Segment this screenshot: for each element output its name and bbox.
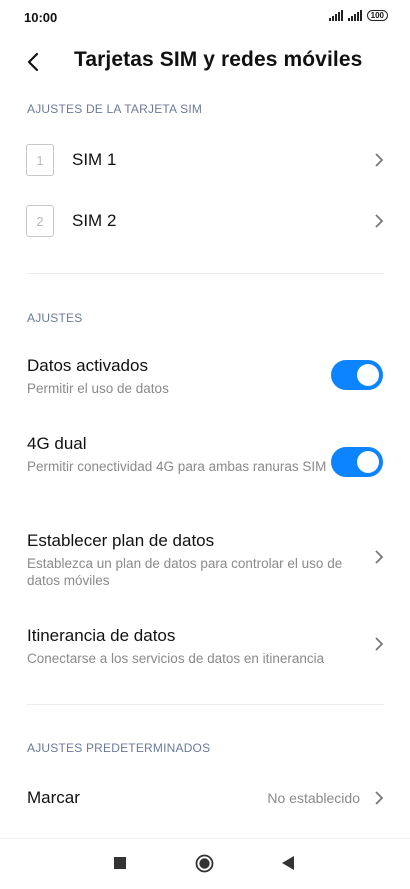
circle-icon[interactable] xyxy=(195,854,214,873)
section-label-defaults: AJUSTES PREDETERMINADOS xyxy=(27,741,211,755)
dial-title: Marcar xyxy=(27,788,80,807)
divider xyxy=(27,704,384,705)
section-label-settings: AJUSTES xyxy=(27,311,83,325)
data-plan-row[interactable]: Establecer plan de datos Establezca un p… xyxy=(0,527,410,589)
dual-4g-title: 4G dual xyxy=(27,434,87,453)
mobile-data-toggle[interactable] xyxy=(331,360,383,390)
data-roaming-subtitle: Conectarse a los servicios de datos en i… xyxy=(27,651,325,666)
chevron-right-icon xyxy=(375,637,384,651)
back-arrow-icon[interactable] xyxy=(22,50,46,74)
signal-icon-2 xyxy=(347,10,362,21)
dial-row[interactable]: Marcar No establecido xyxy=(0,780,410,816)
mobile-data-subtitle: Permitir el uso de datos xyxy=(27,381,169,396)
triangle-icon[interactable] xyxy=(282,856,294,870)
chevron-right-icon xyxy=(375,214,384,228)
dual-4g-row[interactable]: 4G dual Permitir conectividad 4G para am… xyxy=(0,430,410,492)
battery-icon: 100 xyxy=(366,10,388,21)
signal-icon xyxy=(328,10,343,21)
status-time: 10:00 xyxy=(24,10,58,25)
header: Tarjetas SIM y redes móviles xyxy=(0,40,410,84)
sim-number: 2 xyxy=(36,213,44,229)
dial-value: No establecido xyxy=(267,790,360,806)
data-roaming-title: Itinerancia de datos xyxy=(27,626,176,645)
section-label-sim: AJUSTES DE LA TARJETA SIM xyxy=(27,102,203,116)
sim-number: 1 xyxy=(36,152,44,168)
data-roaming-row[interactable]: Itinerancia de datos Conectarse a los se… xyxy=(0,622,410,666)
data-plan-title: Establecer plan de datos xyxy=(27,531,215,550)
dual-4g-toggle[interactable] xyxy=(331,447,383,477)
chevron-right-icon xyxy=(375,791,384,805)
chevron-right-icon xyxy=(375,550,384,564)
divider xyxy=(27,273,384,274)
data-plan-subtitle: Establezca un plan de datos para control… xyxy=(27,556,343,588)
sim-1-label: SIM 1 xyxy=(72,150,117,169)
sim-2-label: SIM 2 xyxy=(72,211,117,230)
square-icon[interactable] xyxy=(114,857,126,869)
sim-2-row[interactable]: 2 SIM 2 xyxy=(0,201,410,241)
sim-1-row[interactable]: 1 SIM 1 xyxy=(0,140,410,180)
sim-card-icon: 1 xyxy=(26,144,54,176)
mobile-data-title: Datos activados xyxy=(27,356,148,375)
mobile-data-row[interactable]: Datos activados Permitir el uso de datos xyxy=(0,352,410,400)
status-icons: 100 xyxy=(328,10,388,21)
chevron-right-icon xyxy=(375,153,384,167)
page-title: Tarjetas SIM y redes móviles xyxy=(74,48,363,71)
status-bar: 10:00 100 xyxy=(0,0,410,36)
dual-4g-subtitle: Permitir conectividad 4G para ambas ranu… xyxy=(27,459,327,474)
navigation-bar xyxy=(0,838,410,889)
sim-card-icon: 2 xyxy=(26,205,54,237)
